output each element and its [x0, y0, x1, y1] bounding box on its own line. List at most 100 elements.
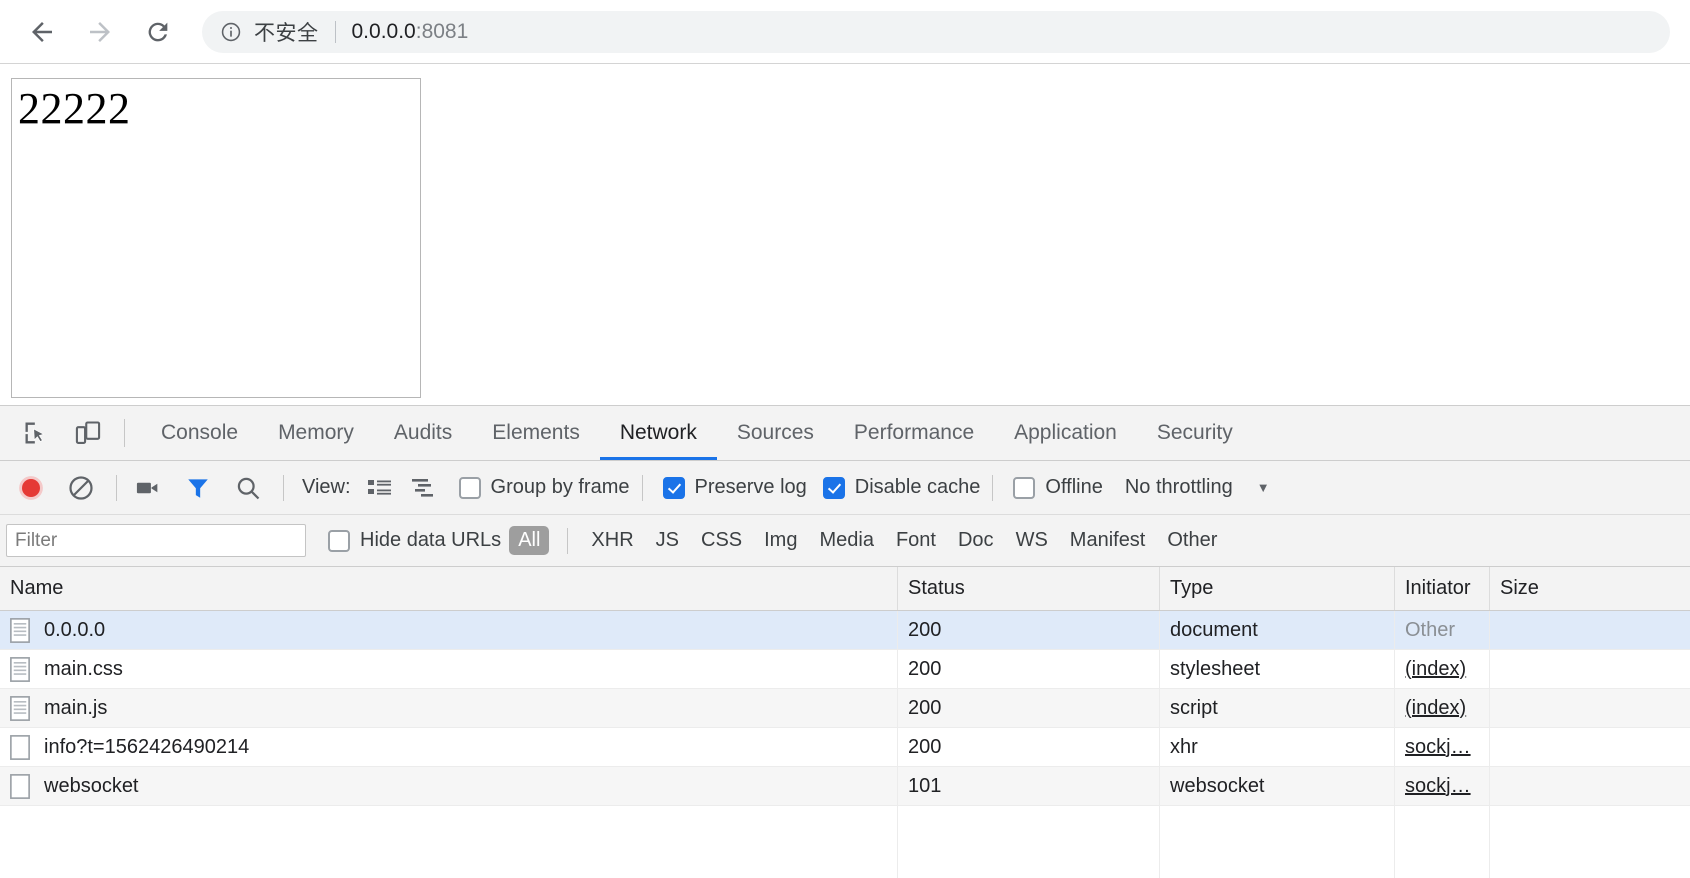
request-size-cell — [1490, 728, 1690, 766]
tab-memory[interactable]: Memory — [258, 406, 374, 460]
blank-file-icon — [10, 734, 30, 760]
initiator-link[interactable]: sockj… — [1405, 775, 1471, 798]
offline-checkbox[interactable]: Offline — [1013, 476, 1103, 499]
reload-button[interactable] — [136, 10, 180, 54]
request-name-cell: main.css — [0, 650, 898, 688]
filter-type-js[interactable]: JS — [647, 526, 688, 555]
request-status-cell: 200 — [898, 650, 1160, 688]
clear-icon — [69, 475, 93, 500]
throttling-select[interactable]: No throttling — [1125, 476, 1233, 499]
table-row[interactable]: main.js 200 script (index) — [0, 689, 1690, 728]
request-size-cell — [1490, 650, 1690, 688]
filler-initiator-column — [1395, 806, 1490, 878]
filter-toggle-button[interactable] — [179, 469, 217, 507]
forward-button[interactable] — [78, 10, 122, 54]
funnel-filter-icon — [188, 478, 208, 498]
inspect-element-icon — [25, 422, 45, 444]
request-name-text: main.js — [44, 696, 108, 719]
filter-type-xhr[interactable]: XHR — [582, 526, 642, 555]
device-toolbar-button[interactable] — [68, 413, 108, 453]
table-row[interactable]: main.css 200 stylesheet (index) — [0, 650, 1690, 689]
request-initiator-cell: sockj… — [1395, 767, 1490, 805]
devtools-tab-list: Console Memory Audits Elements Network S… — [141, 406, 1253, 460]
tab-elements[interactable]: Elements — [472, 406, 600, 460]
column-header-name[interactable]: Name — [0, 567, 898, 610]
tab-label: Network — [619, 421, 697, 444]
tab-security[interactable]: Security — [1137, 406, 1253, 460]
url-port: :8081 — [415, 19, 469, 43]
search-button[interactable] — [229, 469, 267, 507]
request-status-cell: 101 — [898, 767, 1160, 805]
preserve-log-checkbox[interactable]: Preserve log — [662, 476, 807, 499]
tab-label: Elements — [492, 421, 580, 444]
view-list-button[interactable] — [363, 473, 397, 503]
chevron-down-icon[interactable]: ▼ — [1257, 480, 1270, 495]
filter-type-ws[interactable]: WS — [1007, 526, 1057, 555]
filler-status-column — [898, 806, 1160, 878]
tab-console[interactable]: Console — [141, 406, 258, 460]
back-button[interactable] — [20, 10, 64, 54]
initiator-text: Other — [1405, 618, 1456, 641]
filter-type-manifest[interactable]: Manifest — [1061, 526, 1155, 555]
tab-application[interactable]: Application — [994, 406, 1137, 460]
tab-performance[interactable]: Performance — [834, 406, 994, 460]
filter-type-media[interactable]: Media — [810, 526, 882, 555]
checkbox-box[interactable] — [1013, 476, 1036, 499]
table-row[interactable]: websocket 101 websocket sockj… — [0, 767, 1690, 806]
tab-label: Console — [161, 421, 239, 444]
checkbox-box[interactable] — [458, 476, 481, 499]
disable-cache-checkbox[interactable]: Disable cache — [822, 476, 980, 499]
request-name-cell: 0.0.0.0 — [0, 611, 898, 649]
filler-size-column — [1490, 806, 1690, 878]
tab-sources[interactable]: Sources — [717, 406, 834, 460]
filler-type-column — [1160, 806, 1395, 878]
request-size-cell — [1490, 611, 1690, 649]
filter-type-font[interactable]: Font — [887, 526, 945, 555]
info-circle-icon[interactable] — [220, 21, 242, 43]
filter-type-css[interactable]: CSS — [692, 526, 751, 555]
request-name-text: 0.0.0.0 — [44, 618, 106, 641]
request-size-cell — [1490, 689, 1690, 727]
request-type-cell: document — [1160, 611, 1395, 649]
column-header-status[interactable]: Status — [898, 567, 1160, 610]
column-header-size[interactable]: Size — [1490, 567, 1690, 610]
address-bar[interactable]: 不安全 0.0.0.0:8081 — [202, 10, 1670, 53]
filter-input[interactable] — [6, 524, 306, 557]
filler-name-column — [0, 806, 898, 878]
group-by-frame-checkbox[interactable]: Group by frame — [458, 476, 630, 499]
checkbox-box[interactable] — [822, 476, 845, 499]
column-header-initiator[interactable]: Initiator — [1395, 567, 1490, 610]
filter-type-all[interactable]: All — [509, 526, 550, 555]
tab-label: Sources — [736, 421, 814, 444]
request-type-cell: xhr — [1160, 728, 1395, 766]
tab-audits[interactable]: Audits — [374, 406, 472, 460]
request-size-cell — [1490, 767, 1690, 805]
request-name-text: websocket — [44, 774, 139, 797]
initiator-link[interactable]: (index) — [1405, 658, 1466, 681]
group-by-frame-label: Group by frame — [490, 476, 630, 498]
tab-label: Performance — [853, 421, 975, 444]
request-status-cell: 200 — [898, 728, 1160, 766]
record-button-icon — [19, 475, 43, 500]
filter-type-doc[interactable]: Doc — [949, 526, 1003, 555]
column-header-type[interactable]: Type — [1160, 567, 1395, 610]
view-waterfall-button[interactable] — [407, 473, 441, 503]
filter-type-other[interactable]: Other — [1158, 526, 1226, 555]
initiator-link[interactable]: sockj… — [1405, 736, 1471, 759]
table-row[interactable]: 0.0.0.0 200 document Other — [0, 611, 1690, 650]
record-button[interactable] — [12, 469, 50, 507]
capture-screenshots-button[interactable] — [129, 469, 167, 507]
tab-network[interactable]: Network — [599, 406, 717, 460]
offline-label: Offline — [1045, 476, 1103, 498]
checkbox-box[interactable] — [662, 476, 685, 499]
hide-data-urls-label: Hide data URLs — [360, 529, 502, 551]
initiator-link[interactable]: (index) — [1405, 697, 1466, 720]
hide-data-urls-checkbox[interactable]: Hide data URLs — [328, 529, 501, 552]
checkbox-box[interactable] — [328, 529, 350, 552]
clear-button[interactable] — [62, 469, 100, 507]
omnibox-divider — [334, 20, 336, 43]
filter-type-img[interactable]: Img — [755, 526, 806, 555]
inspect-element-button[interactable] — [16, 413, 56, 453]
table-row[interactable]: info?t=1562426490214 200 xhr sockj… — [0, 728, 1690, 767]
browser-window: 不安全 0.0.0.0:8081 22222 Console Memory Au… — [0, 0, 1690, 878]
